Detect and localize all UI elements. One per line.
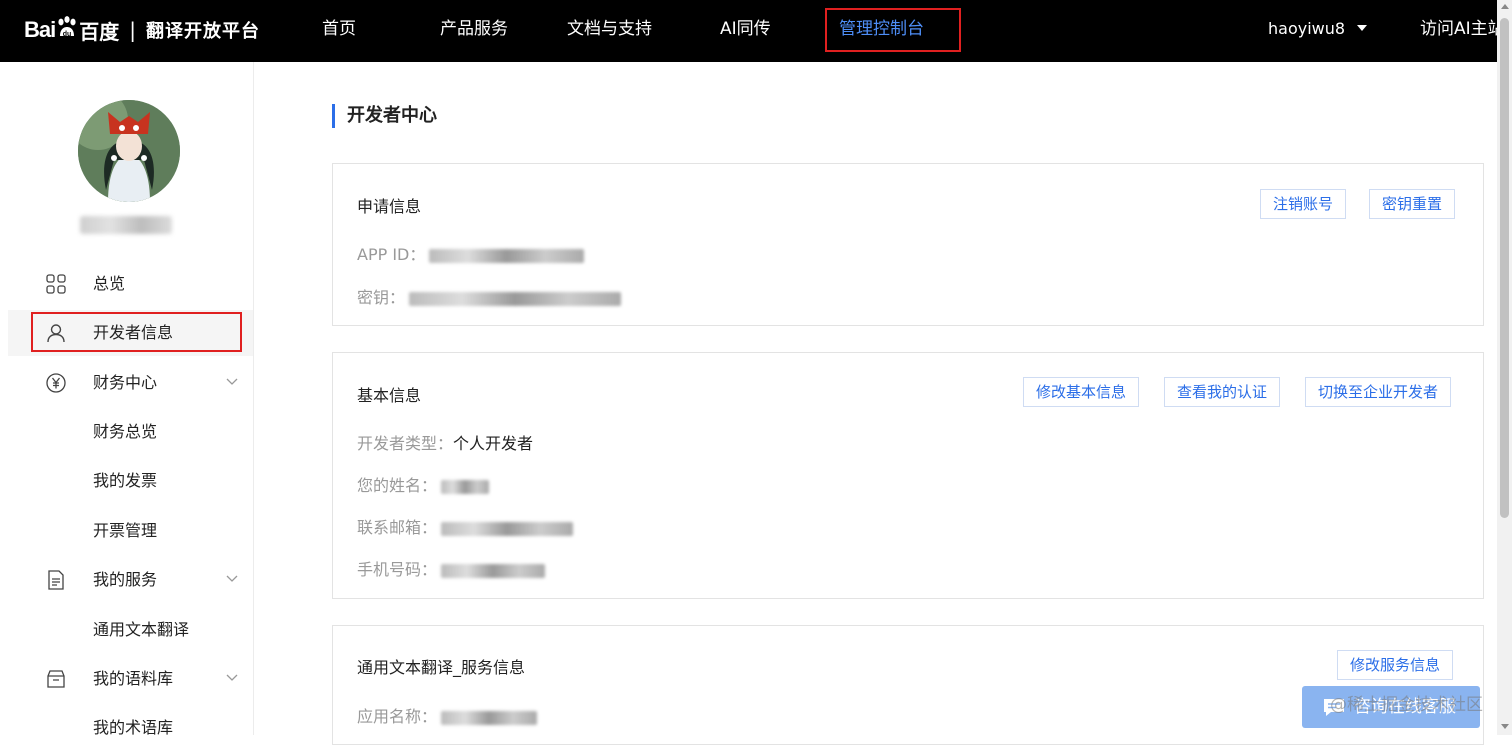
avatar[interactable] [78,100,180,202]
paw-icon: du [58,16,76,38]
caret-down-icon [1357,24,1368,31]
sidebar-item-overview[interactable]: 总览 [8,261,253,307]
nav-docs[interactable]: 文档与支持 [567,0,652,62]
logo-separator: | [129,18,136,42]
developer-type-row: 开发者类型：个人开发者 [357,430,533,454]
switch-enterprise-button[interactable]: 切换至企业开发者 [1305,377,1452,407]
chevron-down-icon [226,378,238,385]
yen-icon [46,373,66,393]
key-value-blurred [409,291,622,306]
key-row: 密钥： [357,284,622,308]
card-title: 基本信息 [357,386,422,405]
apply-info-card: 申请信息 注销账号 密钥重置 APP ID： 密钥： [332,163,1484,326]
app-id-value-blurred [429,248,585,263]
scroll-down-arrow-icon[interactable] [1501,724,1509,729]
app-id-row: APP ID： [357,241,585,265]
sidebar-item-label: 我的发票 [93,471,158,490]
avatar-illustration [78,100,180,202]
sidebar: 总览 开发者信息 财务中心 财务总览 我的发票 开票管理 我的服务 通用文本翻译 [0,62,254,737]
baidu-logo[interactable]: Bai du 百度 | 翻译开放平台 [24,14,260,46]
chevron-down-icon [226,575,238,582]
name-value-blurred [441,479,490,494]
nav-visit-ai[interactable]: 访问AI主站 [1420,0,1497,62]
sidebar-subitem-invoices[interactable]: 我的发票 [8,458,253,504]
sidebar-subitem-terminology[interactable]: 我的术语库 [8,705,253,751]
name-row: 您的姓名： [357,472,490,496]
developer-type-value: 个人开发者 [453,434,534,453]
edit-service-info-button[interactable]: 修改服务信息 [1337,650,1454,680]
document-icon [48,570,64,590]
logo-bai-text: Bai [24,17,56,42]
sidebar-item-label: 开发者信息 [93,323,174,342]
top-nav: Bai du 百度 | 翻译开放平台 首页 产品服务 文档与支持 AI同传 管理… [0,0,1497,62]
sidebar-item-label: 财务总览 [93,422,158,441]
key-label: 密钥： [357,288,406,307]
sidebar-item-corpus[interactable]: 我的语料库 [8,656,253,702]
sidebar-item-label: 我的语料库 [93,669,174,688]
box-icon [47,670,65,688]
sidebar-item-my-services[interactable]: 我的服务 [8,557,253,603]
edit-basic-info-button[interactable]: 修改基本信息 [1023,377,1140,407]
username-label: haoyiwu8 [1268,19,1346,38]
phone-value-blurred [441,563,546,578]
nav-ai-interpretation[interactable]: AI同传 [720,0,771,62]
sidebar-item-label: 开票管理 [93,521,158,540]
card-title: 申请信息 [357,197,422,216]
nav-console[interactable]: 管理控制台 [825,8,961,52]
app-name-value-blurred [441,710,538,725]
sidebar-subitem-finance-overview[interactable]: 财务总览 [8,409,253,455]
sidebar-item-label: 我的术语库 [93,718,174,737]
email-value-blurred [441,521,574,536]
sidebar-subitem-text-translation[interactable]: 通用文本翻译 [8,607,253,653]
phone-row: 手机号码： [357,556,546,580]
app-name-label: 应用名称： [357,707,438,726]
sidebar-item-developer-info[interactable]: 开发者信息 [8,310,253,356]
cancel-account-button[interactable]: 注销账号 [1260,189,1347,219]
card-title: 通用文本翻译_服务信息 [357,658,526,677]
email-label: 联系邮箱： [357,518,438,537]
user-icon [47,324,65,343]
user-menu[interactable]: haoyiwu8 [1268,0,1368,62]
svg-text:du: du [63,31,72,38]
sidebar-item-finance[interactable]: 财务中心 [8,360,253,406]
sidebar-item-label: 财务中心 [93,373,158,392]
scroll-up-arrow-icon[interactable] [1501,4,1509,9]
view-auth-button[interactable]: 查看我的认证 [1164,377,1281,407]
scroll-thumb[interactable] [1500,18,1509,518]
page-scrollbar[interactable] [1497,0,1512,735]
sidebar-item-label: 我的服务 [93,570,158,589]
chevron-down-icon [226,674,238,681]
sidebar-item-label: 通用文本翻译 [93,620,190,639]
developer-type-label: 开发者类型： [357,434,454,453]
name-label: 您的姓名： [357,476,438,495]
app-name-row: 应用名称： [357,703,538,727]
page-title: 开发者中心 [332,104,437,128]
username-blurred [80,216,172,234]
email-row: 联系邮箱： [357,514,574,538]
basic-info-card: 基本信息 修改基本信息 查看我的认证 切换至企业开发者 开发者类型：个人开发者 … [332,352,1484,599]
nav-products[interactable]: 产品服务 [440,0,508,62]
sidebar-subitem-invoice-management[interactable]: 开票管理 [8,508,253,554]
nav-home[interactable]: 首页 [322,0,356,62]
watermark: @稀土掘金技术社区 [1330,695,1483,715]
grid-icon [46,274,66,294]
sidebar-item-label: 总览 [93,274,126,293]
platform-name: 翻译开放平台 [146,21,260,42]
logo-du-text: 百度 [79,19,120,44]
app-id-label: APP ID： [357,245,426,264]
phone-label: 手机号码： [357,560,438,579]
reset-key-button[interactable]: 密钥重置 [1369,189,1456,219]
